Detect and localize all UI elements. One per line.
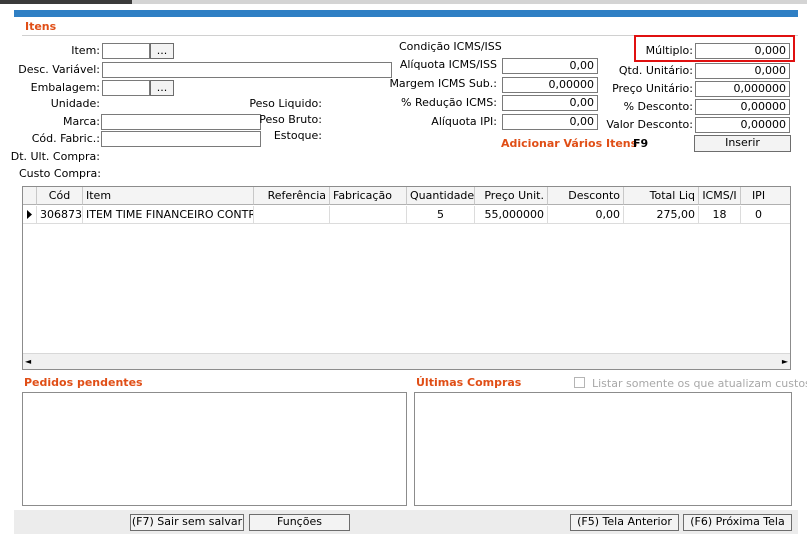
grid-header-ipi[interactable]: IPI — [741, 187, 790, 205]
table-cell-total-liq[interactable]: 275,00 — [624, 206, 699, 224]
grid-horizontal-scrollbar[interactable]: ◄ ► — [23, 353, 790, 369]
sair-sem-salvar-button[interactable]: (F7) Sair sem salvar — [130, 514, 244, 531]
pedidos-pendentes-list[interactable] — [22, 392, 407, 506]
table-cell-cod[interactable]: 306873 — [37, 206, 83, 224]
listar-checkbox[interactable] — [574, 377, 585, 388]
embalagem-input[interactable] — [102, 80, 150, 96]
dt-ult-compra-label: Dt. Ult. Compra: — [10, 150, 100, 163]
f9-shortcut-label: F9 — [633, 137, 649, 150]
desconto-input[interactable]: 0,00000 — [695, 99, 790, 115]
window-top-dark-tab — [0, 0, 132, 4]
ultimas-compras-list[interactable] — [414, 392, 792, 506]
section-header-bar — [14, 10, 798, 17]
aliquota-ipi-input[interactable]: 0,00 — [502, 114, 598, 130]
grid-header-quantidade[interactable]: Quantidade — [407, 187, 475, 205]
item-code-input[interactable] — [102, 43, 150, 59]
table-cell-desconto[interactable]: 0,00 — [548, 206, 624, 224]
aliquota-icms-input[interactable]: 0,00 — [502, 58, 598, 74]
tela-anterior-button[interactable]: (F5) Tela Anterior — [570, 514, 679, 531]
preco-unitario-input[interactable]: 0,000000 — [695, 81, 790, 97]
scroll-left-arrow-icon[interactable]: ◄ — [25, 355, 31, 368]
adicionar-varios-itens-link[interactable]: Adicionar Vários Itens — [501, 137, 637, 150]
pedidos-pendentes-title: Pedidos pendentes — [24, 376, 143, 389]
peso-bruto-label: Peso Bruto: — [259, 113, 322, 126]
estoque-label: Estoque: — [273, 129, 322, 142]
grid-header-fabricacao[interactable]: Fabricação — [330, 187, 407, 205]
table-cell-item[interactable]: ITEM TIME FINANCEIRO CONTR — [83, 206, 254, 224]
section-title-itens: Itens — [25, 20, 57, 33]
items-grid[interactable]: Cód Item Referência Fabricação Quantidad… — [22, 186, 791, 370]
margem-icms-label: Margem ICMS Sub.: — [389, 77, 497, 90]
reducao-icms-label: % Redução ICMS: — [401, 96, 497, 109]
marca-label: Marca: — [62, 115, 100, 128]
multiplo-label: Múltiplo: — [645, 44, 693, 57]
table-cell-icms[interactable]: 18 — [699, 206, 741, 224]
grid-header-cod[interactable]: Cód — [37, 187, 83, 205]
grid-header-preco-unit[interactable]: Preço Unit. — [475, 187, 548, 205]
table-cell-preco-unit[interactable]: 55,000000 — [475, 206, 548, 224]
scroll-right-arrow-icon[interactable]: ► — [782, 355, 788, 368]
desc-variavel-label: Desc. Variável: — [18, 63, 100, 76]
reducao-icms-input[interactable]: 0,00 — [502, 95, 598, 111]
custo-compra-label: Custo Compra: — [18, 167, 101, 180]
grid-header-referencia[interactable]: Referência — [254, 187, 330, 205]
condicao-icms-label: Condição ICMS/ISS — [399, 40, 502, 53]
item-lookup-button[interactable]: ... — [150, 43, 174, 59]
grid-indicator-header — [23, 187, 37, 205]
qtd-unitario-input[interactable]: 0,000 — [695, 63, 790, 79]
grid-header-total-liq[interactable]: Total Liq — [624, 187, 699, 205]
grid-header-item[interactable]: Item — [83, 187, 254, 205]
grid-header-icms[interactable]: ICMS/I — [699, 187, 741, 205]
proxima-tela-button[interactable]: (F6) Próxima Tela — [683, 514, 792, 531]
desconto-label: % Desconto: — [623, 100, 693, 113]
unidade-label: Unidade: — [50, 97, 100, 110]
margem-icms-input[interactable]: 0,00000 — [502, 77, 598, 93]
multiplo-input[interactable]: 0,000 — [695, 43, 790, 59]
peso-liquido-label: Peso Liquido: — [249, 97, 322, 110]
item-label: Item: — [71, 44, 100, 57]
valor-desconto-label: Valor Desconto: — [606, 118, 693, 131]
cod-fabric-label: Cód. Fabric.: — [31, 132, 100, 145]
table-cell-ipi[interactable]: 0 — [741, 206, 790, 224]
valor-desconto-input[interactable]: 0,00000 — [695, 117, 790, 133]
inserir-button[interactable]: Inserir — [694, 135, 791, 152]
embalagem-lookup-button[interactable]: ... — [150, 80, 174, 96]
aliquota-ipi-label: Alíquota IPI: — [431, 115, 497, 128]
table-cell-referencia[interactable] — [254, 206, 330, 224]
preco-unitario-label: Preço Unitário: — [612, 82, 693, 95]
row-indicator-icon — [23, 206, 37, 224]
desc-variavel-input[interactable] — [102, 62, 392, 78]
ultimas-compras-title: Últimas Compras — [416, 376, 522, 389]
embalagem-label: Embalagem: — [30, 81, 100, 94]
funcoes-button[interactable]: Funções — [249, 514, 350, 531]
grid-header-desconto[interactable]: Desconto — [548, 187, 624, 205]
aliquota-icms-label: Alíquota ICMS/ISS — [399, 58, 497, 71]
qtd-unitario-label: Qtd. Unitário: — [618, 64, 693, 77]
table-cell-fabricacao[interactable] — [330, 206, 407, 224]
listar-checkbox-label[interactable]: Listar somente os que atualizam custos? — [592, 377, 807, 390]
table-cell-quantidade[interactable]: 5 — [407, 206, 475, 224]
